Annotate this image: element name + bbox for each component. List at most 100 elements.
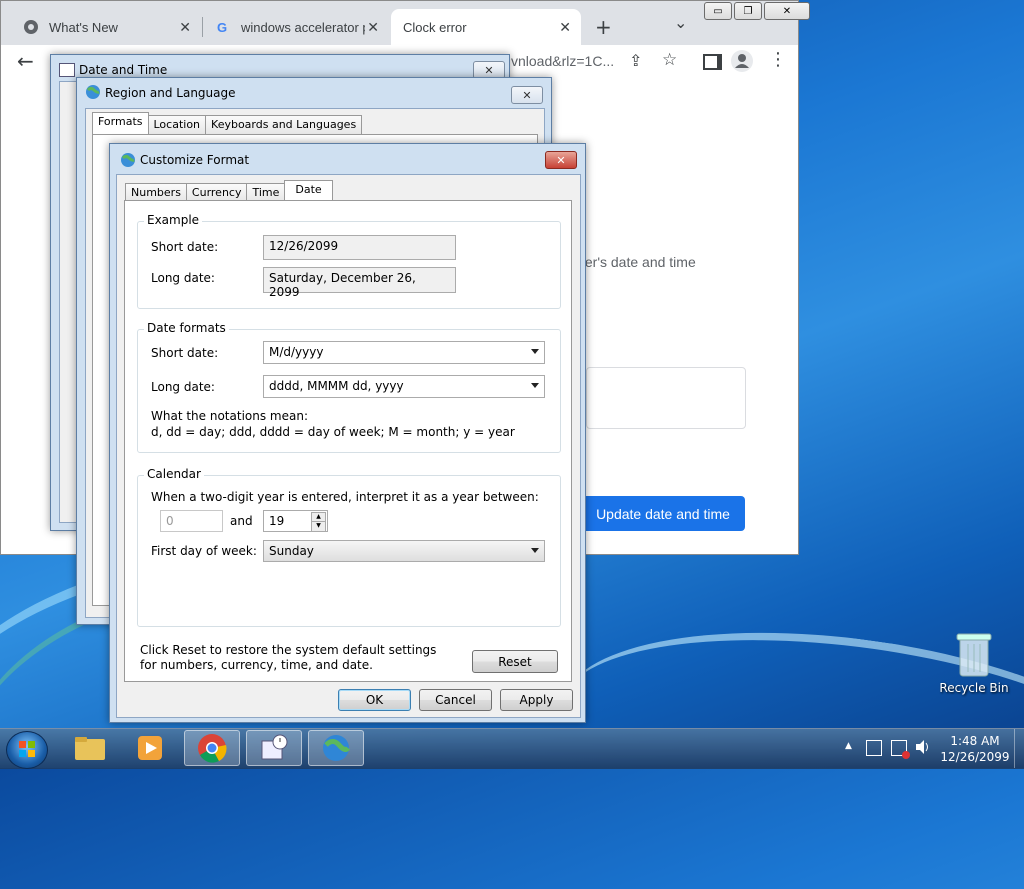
chevron-down-icon xyxy=(531,548,539,553)
date-panel: Example Short date: 12/26/2099 Long date… xyxy=(124,200,572,682)
windows-logo-icon xyxy=(19,741,35,757)
google-icon: G xyxy=(215,19,231,35)
close-icon[interactable]: ✕ xyxy=(559,19,571,36)
folder-icon xyxy=(75,737,105,760)
profile-icon[interactable] xyxy=(731,50,753,72)
tab-list-button[interactable]: ⌄ xyxy=(674,13,687,32)
action-center-icon[interactable] xyxy=(866,740,882,756)
two-digit-year-text: When a two-digit year is entered, interp… xyxy=(151,490,539,504)
year-to-input[interactable]: 19 ▲ ▼ xyxy=(263,510,328,532)
minimize-button[interactable]: ▭ xyxy=(704,2,732,20)
combo-value: Sunday xyxy=(269,544,314,558)
combo-value: M/d/yyyy xyxy=(269,345,324,359)
network-icon[interactable] xyxy=(891,740,910,759)
clock-time: 1:48 AM xyxy=(950,734,1000,748)
star-icon[interactable]: ☆ xyxy=(662,50,677,70)
calendar-clock-icon xyxy=(261,734,288,760)
page-body-text: ter's date and time xyxy=(581,254,696,270)
apply-button[interactable]: Apply xyxy=(500,689,573,711)
close-button[interactable]: ✕ xyxy=(511,86,543,104)
group-label: Example xyxy=(144,213,203,227)
tab-formats[interactable]: Formats xyxy=(92,112,149,135)
short-date-example: 12/26/2099 xyxy=(263,235,456,260)
close-button[interactable]: ✕ xyxy=(545,151,577,169)
side-panel-icon[interactable] xyxy=(703,54,722,70)
globe-icon xyxy=(120,152,136,171)
dialog-title: Date and Time xyxy=(79,63,168,77)
tab-label: windows accelerator pr xyxy=(241,19,365,35)
clock-date: 12/26/2099 xyxy=(940,750,1010,764)
first-day-combo[interactable]: Sunday xyxy=(263,540,545,562)
close-icon[interactable]: ✕ xyxy=(179,19,191,36)
show-desktop-button[interactable] xyxy=(1014,729,1024,768)
globe-icon xyxy=(323,735,350,761)
svg-text:G: G xyxy=(217,20,227,35)
year-from-field: 0 xyxy=(160,510,223,532)
tab-clock-error[interactable]: Clock error ✕ xyxy=(391,9,581,45)
dialog-title: Region and Language xyxy=(105,86,236,100)
short-date-format-combo[interactable]: M/d/yyyy xyxy=(263,341,545,364)
notation-title: What the notations mean: xyxy=(151,409,308,423)
taskbar-date-time[interactable] xyxy=(246,730,302,766)
taskbar-region-language[interactable] xyxy=(308,730,364,766)
dialog-title: Customize Format xyxy=(140,153,250,167)
globe-icon xyxy=(85,84,101,103)
chevron-down-icon xyxy=(531,349,539,354)
media-player-icon xyxy=(138,736,162,760)
tab-location[interactable]: Location xyxy=(147,115,207,135)
chrome-icon xyxy=(198,734,227,763)
tab-whats-new[interactable]: What's New ✕ xyxy=(1,9,201,45)
address-bar-text[interactable]: vnload&rlz=1C... xyxy=(511,53,614,69)
tab-label: What's New xyxy=(49,19,118,35)
long-date-example: Saturday, December 26, 2099 xyxy=(263,267,456,299)
notation-text: d, dd = day; ddd, dddd = day of week; M … xyxy=(151,425,515,439)
volume-icon[interactable] xyxy=(914,738,932,759)
long-date-format-combo[interactable]: dddd, MMMM dd, yyyy xyxy=(263,375,545,398)
short-date-label: Short date: xyxy=(151,240,219,254)
close-button[interactable]: ✕ xyxy=(764,2,810,20)
tab-label: Clock error xyxy=(403,19,467,35)
system-clock[interactable]: 1:48 AM 12/26/2099 xyxy=(940,733,1010,765)
reset-button[interactable]: Reset xyxy=(472,650,558,673)
close-icon[interactable]: ✕ xyxy=(367,19,379,36)
update-date-time-button[interactable]: Update date and time xyxy=(581,496,745,531)
calendar-icon xyxy=(59,63,75,77)
tray-expand-icon[interactable]: ▲ xyxy=(845,741,852,751)
spinner-down-icon[interactable]: ▼ xyxy=(311,521,326,532)
example-group: Example Short date: 12/26/2099 Long date… xyxy=(137,213,561,309)
recycle-bin-label: Recycle Bin xyxy=(939,681,1009,695)
year-to-value: 19 xyxy=(269,514,285,528)
first-day-label: First day of week: xyxy=(151,544,257,558)
restore-button[interactable]: ❐ xyxy=(734,2,762,20)
taskbar-chrome[interactable] xyxy=(184,730,240,766)
recycle-bin-icon xyxy=(956,633,992,677)
back-icon[interactable]: ← xyxy=(17,49,34,73)
cancel-button[interactable]: Cancel xyxy=(419,689,492,711)
and-label: and xyxy=(230,514,253,528)
start-button[interactable] xyxy=(6,731,48,769)
network-error-icon xyxy=(902,751,910,759)
dialog-body: Numbers Currency Time Date Example Short… xyxy=(116,174,581,718)
customize-format-dialog: Customize Format ✕ Numbers Currency Time… xyxy=(109,143,586,723)
group-label: Calendar xyxy=(144,467,204,481)
tab-windows-accelerator[interactable]: G windows accelerator pr ✕ xyxy=(193,9,389,45)
ok-button[interactable]: OK xyxy=(338,689,411,711)
new-tab-button[interactable]: + xyxy=(595,15,612,39)
long-date-label: Long date: xyxy=(151,380,215,394)
tab-strip: What's New ✕ G windows accelerator pr ✕ … xyxy=(1,1,810,45)
taskbar-explorer[interactable] xyxy=(62,730,118,766)
short-date-label: Short date: xyxy=(151,346,219,360)
reset-info-text: Click Reset to restore the system defaul… xyxy=(140,643,437,672)
recycle-bin[interactable]: Recycle Bin xyxy=(938,630,1010,695)
chrome-icon xyxy=(23,19,39,35)
menu-icon[interactable]: ⋮ xyxy=(769,49,787,70)
group-label: Date formats xyxy=(144,321,229,335)
window-controls: ▭ ❐ ✕ xyxy=(704,2,812,20)
taskbar-media-player[interactable] xyxy=(122,730,178,766)
tab-keyboards-languages[interactable]: Keyboards and Languages xyxy=(205,115,363,135)
long-date-label: Long date: xyxy=(151,271,215,285)
share-icon[interactable]: ⇪ xyxy=(629,51,642,70)
chevron-down-icon xyxy=(531,383,539,388)
page-info-box xyxy=(586,367,746,429)
date-formats-group: Date formats Short date: M/d/yyyy Long d… xyxy=(137,321,561,453)
